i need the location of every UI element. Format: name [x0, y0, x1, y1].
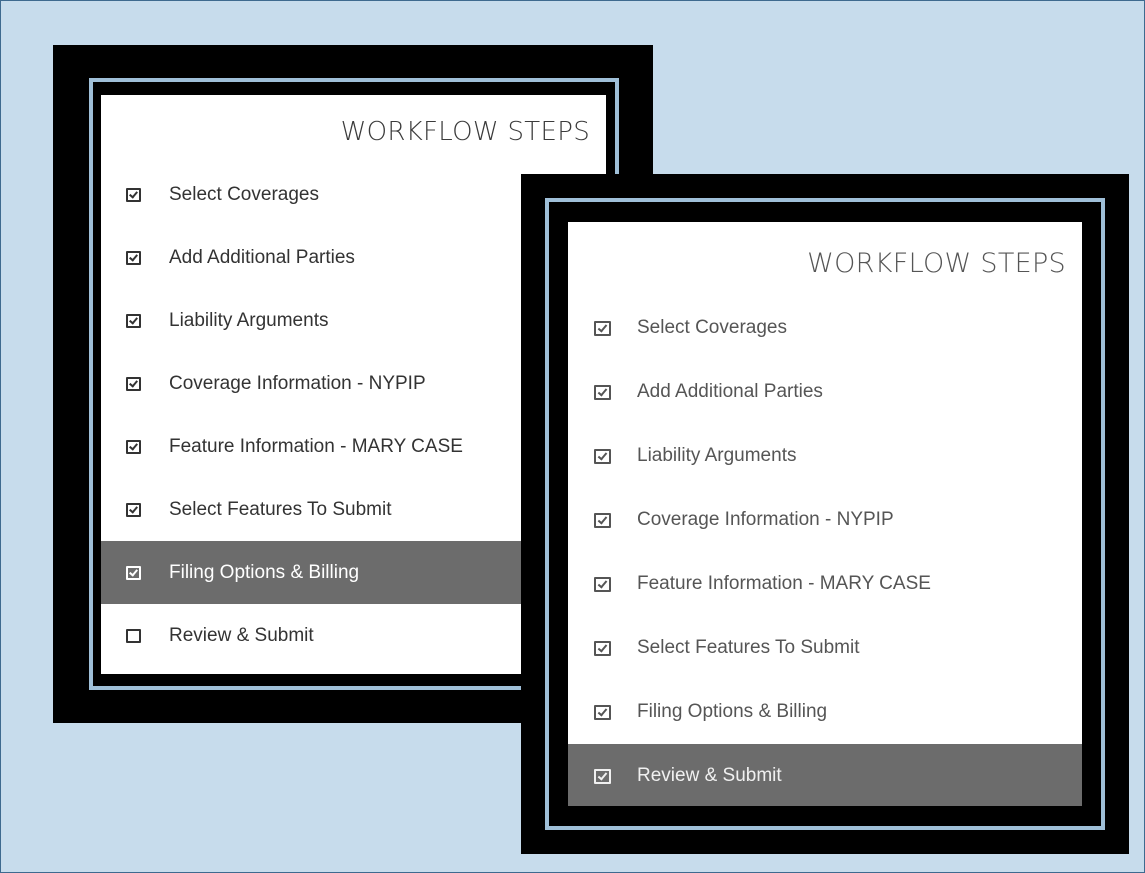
- checkbox-checked-icon[interactable]: [594, 768, 611, 784]
- workflow-step-label: Filing Options & Billing: [169, 561, 360, 583]
- workflow-step-feature-information-mary-case[interactable]: Feature Information - MARY CASE: [568, 552, 1082, 616]
- checkbox-checked-icon[interactable]: [594, 640, 611, 656]
- workflow-step-label: Select Coverages: [169, 183, 319, 205]
- checkbox-checked-icon[interactable]: [594, 704, 611, 720]
- workflow-step-label: Coverage Information - NYPIP: [637, 509, 894, 530]
- workflow-step-label: Feature Information - MARY CASE: [169, 435, 463, 457]
- checkbox-checked-icon[interactable]: [126, 187, 141, 202]
- checkmark-icon: [597, 769, 608, 781]
- workflow-step-select-features-to-submit[interactable]: Select Features To Submit: [568, 616, 1082, 680]
- workflow-step-label: Select Features To Submit: [637, 637, 860, 658]
- workflow-step-coverage-information-nypip[interactable]: Coverage Information - NYPIP: [568, 488, 1082, 552]
- workflow-step-add-additional-parties[interactable]: Add Additional Parties: [568, 360, 1082, 424]
- workflow-step-label: Select Features To Submit: [169, 498, 392, 520]
- workflow-step-filing-options-and-billing[interactable]: Filing Options & Billing: [568, 680, 1082, 744]
- checkbox-checked-icon[interactable]: [126, 565, 141, 580]
- checkbox-checked-icon[interactable]: [126, 502, 141, 517]
- workflow-step-label: Filing Options & Billing: [637, 701, 828, 722]
- checkbox-checked-icon[interactable]: [126, 250, 141, 265]
- checkmark-icon: [129, 503, 138, 514]
- checkmark-icon: [597, 705, 608, 717]
- checkbox-checked-icon[interactable]: [126, 313, 141, 328]
- workflow-step-label: Liability Arguments: [637, 445, 797, 466]
- checkmark-icon: [597, 449, 608, 461]
- workflow-step-liability-arguments[interactable]: Liability Arguments: [568, 424, 1082, 488]
- workflow-step-label: Select Coverages: [637, 317, 787, 338]
- workflow-step-select-coverages[interactable]: Select Coverages: [568, 296, 1082, 360]
- checkmark-icon: [129, 377, 138, 388]
- workflow-step-label: Coverage Information - NYPIP: [169, 372, 426, 394]
- checkmark-icon: [129, 314, 138, 325]
- workflow-step-label: Liability Arguments: [169, 309, 329, 331]
- workflow-step-label: Review & Submit: [637, 765, 782, 786]
- checkbox-checked-icon[interactable]: [594, 576, 611, 592]
- workflow-step-label: Review & Submit: [169, 624, 314, 646]
- checkmark-icon: [597, 641, 608, 653]
- checkbox-checked-icon[interactable]: [594, 320, 611, 336]
- checkbox-checked-icon[interactable]: [594, 448, 611, 464]
- checkbox-checked-icon[interactable]: [594, 384, 611, 400]
- checkbox-empty-icon[interactable]: [126, 628, 141, 643]
- workflow-step-label: Feature Information - MARY CASE: [637, 573, 931, 594]
- checkmark-icon: [597, 577, 608, 589]
- checkbox-checked-icon[interactable]: [126, 376, 141, 391]
- workflow-steps-panel-right: WORKFLOW STEPS Select Coverages Add Addit…: [568, 222, 1082, 806]
- checkmark-icon: [597, 513, 608, 525]
- workflow-steps-title: WORKFLOW STEPS: [807, 248, 1066, 279]
- checkmark-icon: [129, 188, 138, 199]
- workflow-step-review-and-submit[interactable]: Review & Submit: [568, 744, 1082, 806]
- workflow-step-label: Add Additional Parties: [169, 246, 355, 268]
- workflow-step-label: Add Additional Parties: [637, 381, 823, 402]
- checkbox-checked-icon[interactable]: [594, 512, 611, 528]
- checkmark-icon: [129, 251, 138, 262]
- checkmark-icon: [597, 385, 608, 397]
- checkbox-checked-icon[interactable]: [126, 439, 141, 454]
- screenshot-canvas: WORKFLOW STEPS Select Coverages Add Addit…: [0, 0, 1145, 873]
- checkmark-icon: [597, 321, 608, 333]
- checkmark-icon: [129, 440, 138, 451]
- workflow-steps-title: WORKFLOW STEPS: [340, 117, 590, 147]
- checkmark-icon: [129, 566, 138, 577]
